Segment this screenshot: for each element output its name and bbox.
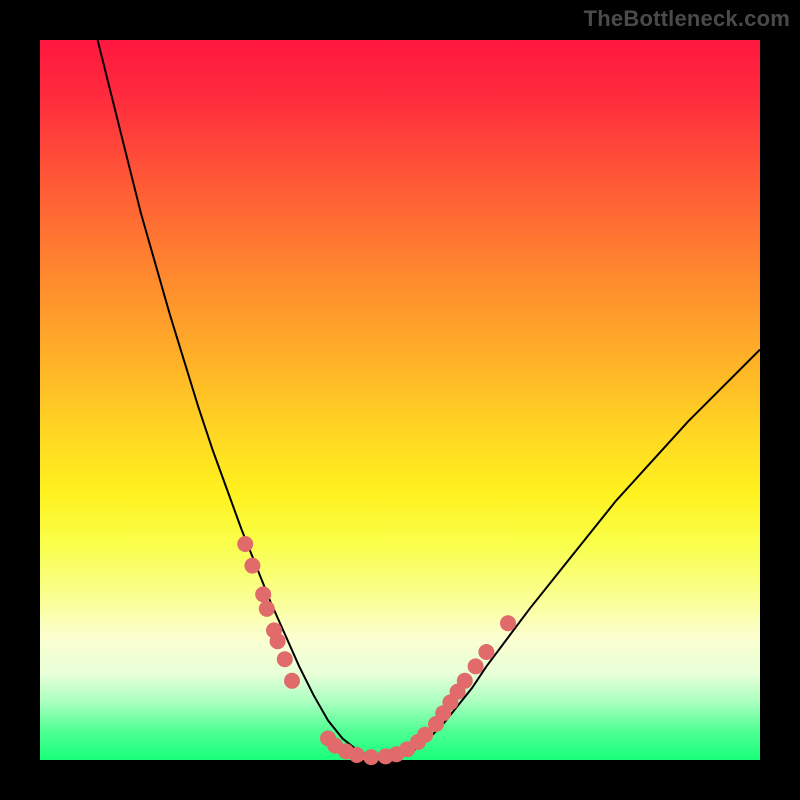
data-marker [244, 558, 260, 574]
data-marker [363, 749, 379, 765]
data-marker [468, 658, 484, 674]
data-marker [478, 644, 494, 660]
data-marker [349, 747, 365, 763]
watermark-text: TheBottleneck.com [584, 6, 790, 32]
data-marker [259, 601, 275, 617]
bottleneck-curve [98, 40, 760, 759]
data-marker [270, 633, 286, 649]
chart-overlay [40, 40, 760, 760]
data-marker [284, 673, 300, 689]
data-marker [277, 651, 293, 667]
data-marker [457, 673, 473, 689]
data-marker [500, 615, 516, 631]
data-marker [255, 586, 271, 602]
data-marker [237, 536, 253, 552]
outer-frame: TheBottleneck.com [0, 0, 800, 800]
marker-group [237, 536, 516, 765]
